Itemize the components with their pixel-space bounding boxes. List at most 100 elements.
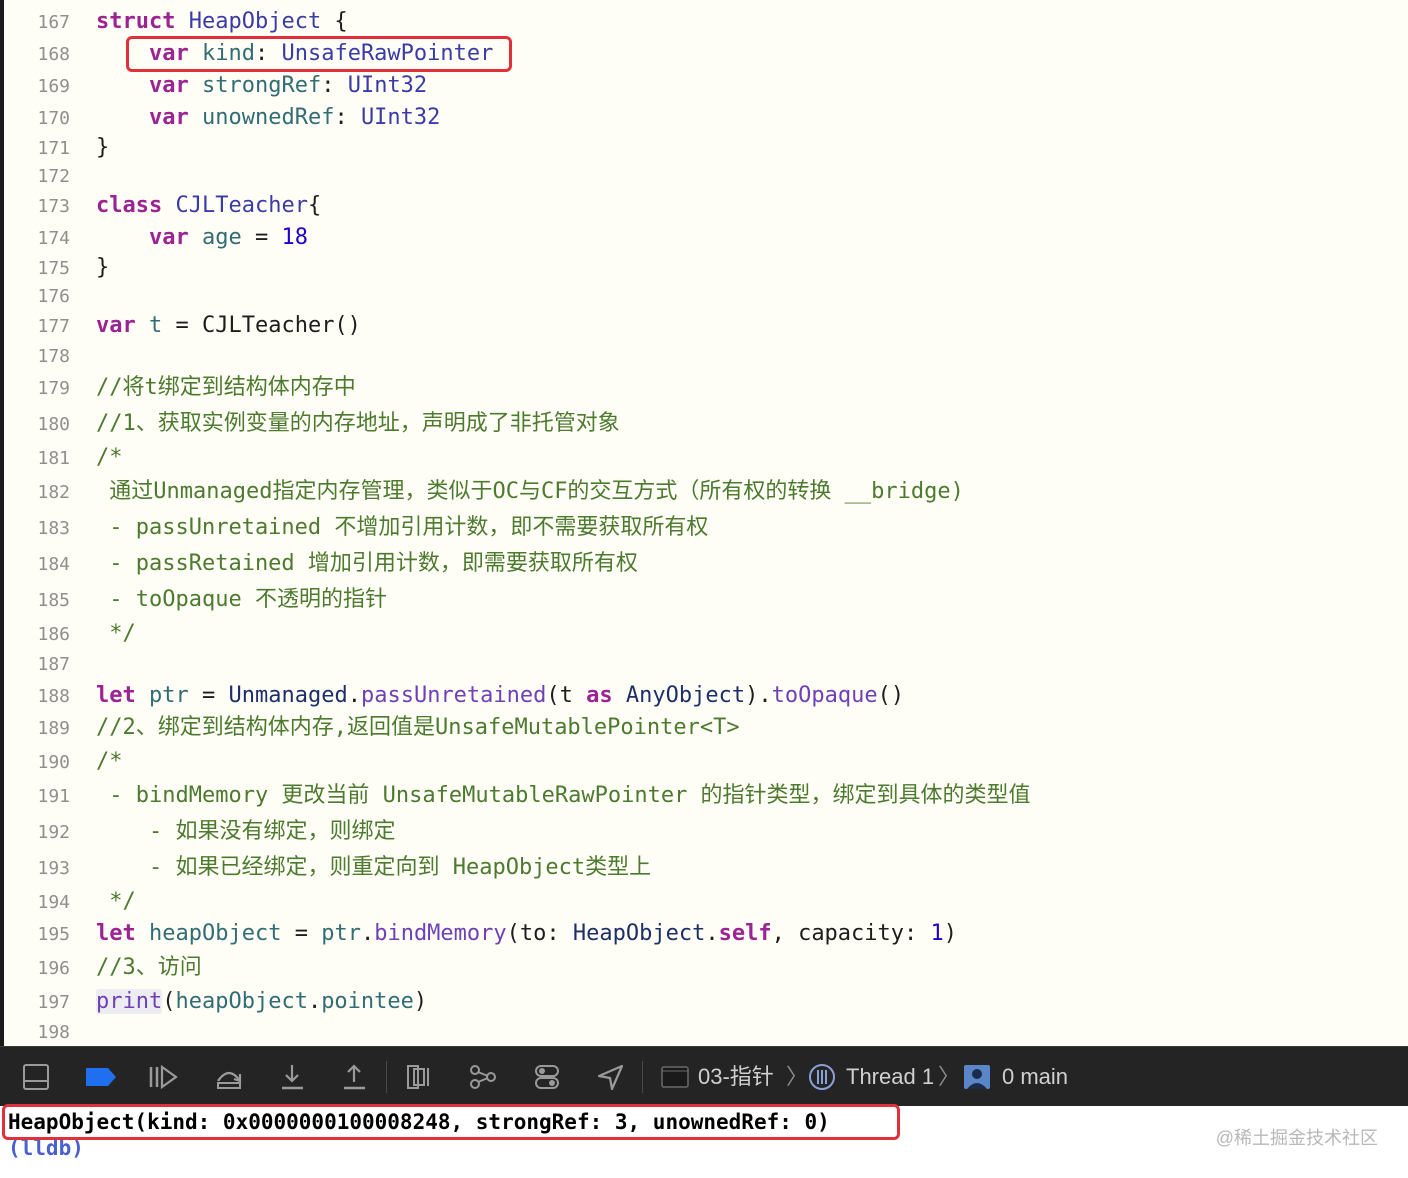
code-line[interactable]: - 如果没有绑定，则绑定 xyxy=(96,818,396,846)
code-token: */ xyxy=(96,889,136,914)
code-line[interactable]: let ptr = Unmanaged.passUnretained(t as … xyxy=(96,682,904,710)
debug-console[interactable]: HeapObject(kind: 0x0000000100008248, str… xyxy=(0,1104,1408,1178)
code-token: - 如果已经绑定，则重定向到 HeapObject类型上 xyxy=(96,855,652,880)
line-number[interactable]: 197 xyxy=(10,993,70,1013)
line-number[interactable]: 174 xyxy=(10,229,70,249)
step-into-icon[interactable] xyxy=(278,1063,308,1091)
code-line[interactable]: class CJLTeacher{ xyxy=(96,192,321,220)
thread-breadcrumb[interactable]: Thread 1 xyxy=(846,1062,934,1092)
code-token: /* xyxy=(96,445,123,470)
code-token: as xyxy=(586,683,613,708)
code-line[interactable]: - bindMemory 更改当前 UnsafeMutableRawPointe… xyxy=(96,782,1031,810)
code-token: (t xyxy=(546,683,587,708)
code-line[interactable]: /* xyxy=(96,748,123,776)
code-line[interactable]: var age = 18 xyxy=(96,224,308,252)
continue-icon[interactable] xyxy=(148,1063,178,1091)
line-number[interactable]: 182 xyxy=(10,483,70,503)
code-line[interactable]: var unownedRef: UInt32 xyxy=(96,104,440,132)
code-line[interactable]: /* xyxy=(96,444,123,472)
code-token: - passRetained 增加引用计数，即需要获取所有权 xyxy=(96,551,638,576)
line-number[interactable]: 185 xyxy=(10,591,70,611)
line-number[interactable]: 191 xyxy=(10,787,70,807)
code-line[interactable]: var strongRef: UInt32 xyxy=(96,72,427,100)
frame-breadcrumb[interactable]: 0 main xyxy=(1002,1062,1068,1092)
step-over-icon[interactable] xyxy=(214,1063,244,1091)
line-number[interactable]: 170 xyxy=(10,109,70,129)
scheme-breadcrumb[interactable]: 03-指针 xyxy=(698,1062,774,1092)
line-number[interactable]: 169 xyxy=(10,77,70,97)
breakpoints-active-icon[interactable] xyxy=(84,1063,118,1091)
code-token: pointee xyxy=(321,989,414,1014)
line-number[interactable]: 180 xyxy=(10,415,70,435)
line-number[interactable]: 173 xyxy=(10,197,70,217)
line-number[interactable]: 178 xyxy=(10,347,70,367)
code-line[interactable]: print(heapObject.pointee) xyxy=(96,988,427,1016)
line-number[interactable]: 177 xyxy=(10,317,70,337)
line-number[interactable]: 171 xyxy=(10,139,70,159)
line-number[interactable]: 198 xyxy=(10,1023,70,1043)
toolbar-separator xyxy=(386,1061,387,1093)
code-line[interactable]: let heapObject = ptr.bindMemory(to: Heap… xyxy=(96,920,957,948)
code-line[interactable]: //3、访问 xyxy=(96,954,202,982)
code-token: - passUnretained 不增加引用计数，即不需要获取所有权 xyxy=(96,515,709,540)
line-number[interactable]: 192 xyxy=(10,823,70,843)
code-line[interactable]: 通过Unmanaged指定内存管理，类似于OC与CF的交互方式（所有权的转换 _… xyxy=(96,478,964,506)
code-line[interactable]: */ xyxy=(96,888,136,916)
code-token: 通过Unmanaged指定内存管理，类似于OC与CF的交互方式（所有权的转换 _… xyxy=(96,479,964,504)
code-line[interactable]: - toOpaque 不透明的指针 xyxy=(96,586,387,614)
line-number[interactable]: 187 xyxy=(10,655,70,675)
simulate-location-icon[interactable] xyxy=(596,1063,626,1091)
line-number[interactable]: 195 xyxy=(10,925,70,945)
output-highlight-box xyxy=(2,1104,900,1140)
code-line[interactable]: - passRetained 增加引用计数，即需要获取所有权 xyxy=(96,550,638,578)
memory-graph-icon[interactable] xyxy=(468,1063,498,1091)
terminal-app-icon xyxy=(661,1066,689,1088)
line-number[interactable]: 193 xyxy=(10,859,70,879)
line-number[interactable]: 188 xyxy=(10,687,70,707)
code-editor[interactable]: 167 168 169 170 171 172 173 174 175 176 177 178 179 1… xyxy=(0,0,1408,1046)
line-number[interactable]: 189 xyxy=(10,719,70,739)
line-number[interactable]: 175 xyxy=(10,259,70,279)
environment-overrides-icon[interactable] xyxy=(532,1063,562,1091)
line-number[interactable]: 184 xyxy=(10,555,70,575)
step-out-icon[interactable] xyxy=(340,1063,370,1091)
line-number[interactable]: 190 xyxy=(10,753,70,773)
code-line[interactable]: //将t绑定到结构体内存中 xyxy=(96,374,356,402)
line-number[interactable]: 183 xyxy=(10,519,70,539)
code-token: t xyxy=(149,313,163,338)
line-number[interactable]: 196 xyxy=(10,959,70,979)
code-token: : xyxy=(334,105,361,130)
code-token: age xyxy=(201,225,242,250)
code-line[interactable]: } xyxy=(96,254,109,282)
code-line[interactable]: - 如果已经绑定，则重定向到 HeapObject类型上 xyxy=(96,854,651,882)
line-number[interactable]: 181 xyxy=(10,449,70,469)
line-number[interactable]: 179 xyxy=(10,379,70,399)
line-number[interactable]: 167 xyxy=(10,13,70,33)
debug-toolbar: 03-指针 〉 Thread 1 〉 0 main xyxy=(0,1046,1408,1106)
line-number[interactable]: 168 xyxy=(10,45,70,65)
code-token: //1、获取实例变量的内存地址，声明成了非托管对象 xyxy=(96,411,620,436)
code-line[interactable]: //1、获取实例变量的内存地址，声明成了非托管对象 xyxy=(96,410,620,438)
code-line[interactable]: struct HeapObject { xyxy=(96,8,348,36)
code-line[interactable]: var t = CJLTeacher() xyxy=(96,312,361,340)
line-number[interactable]: 186 xyxy=(10,625,70,645)
code-line[interactable]: */ xyxy=(96,620,136,648)
code-token: - bindMemory 更改当前 UnsafeMutableRawPointe… xyxy=(96,783,1031,808)
code-line[interactable]: - passUnretained 不增加引用计数，即不需要获取所有权 xyxy=(96,514,708,542)
console-toggle-icon[interactable] xyxy=(22,1063,52,1091)
code-token: heapObject xyxy=(149,921,282,946)
code-token: class xyxy=(96,193,163,218)
view-debugger-icon[interactable] xyxy=(404,1063,434,1091)
code-line[interactable]: //2、绑定到结构体内存,返回值是UnsafeMutablePointer<T> xyxy=(96,714,740,742)
thread-icon xyxy=(809,1064,835,1090)
line-number[interactable]: 176 xyxy=(10,287,70,307)
line-number[interactable]: 172 xyxy=(10,167,70,187)
line-number[interactable]: 194 xyxy=(10,893,70,913)
code-line[interactable]: } xyxy=(96,134,109,162)
